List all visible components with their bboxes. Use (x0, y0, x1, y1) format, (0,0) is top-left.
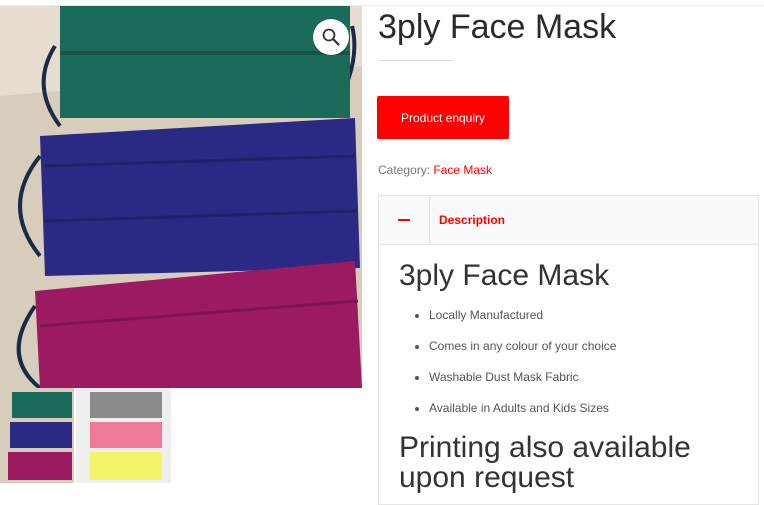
accordion-toggle[interactable] (379, 196, 430, 244)
product-enquiry-button[interactable]: Product enquiry (377, 96, 509, 139)
mask-green (60, 6, 350, 118)
tab-description[interactable]: Description (439, 213, 505, 227)
feature-list: Locally Manufactured Comes in any colour… (409, 307, 749, 431)
title-divider (378, 60, 453, 61)
mask-blue (40, 118, 360, 276)
description-subheading: Printing also available upon request (399, 431, 691, 494)
minus-icon (398, 219, 410, 221)
thumbnail-image (0, 388, 74, 483)
zoom-button[interactable] (313, 19, 349, 55)
description-accordion: Description (378, 195, 759, 245)
description-heading: 3ply Face Mask (399, 259, 610, 292)
gallery-thumbnail-1[interactable] (0, 388, 74, 483)
list-item: Available in Adults and Kids Sizes (429, 400, 749, 431)
thumbnail-image (76, 388, 171, 483)
product-main-image[interactable] (0, 6, 362, 388)
list-item: Comes in any colour of your choice (429, 338, 749, 369)
list-item: Washable Dust Mask Fabric (429, 369, 749, 400)
description-panel: 3ply Face Mask Locally Manufactured Come… (378, 245, 759, 505)
magnifier-icon (322, 28, 340, 46)
mask-pleat (60, 51, 350, 55)
product-gallery (0, 6, 362, 388)
category-prefix: Category: (378, 163, 431, 177)
product-category: Category: Face Mask (378, 163, 492, 177)
category-link[interactable]: Face Mask (433, 163, 492, 177)
product-title: 3ply Face Mask (378, 8, 617, 46)
gallery-thumbnail-2[interactable] (76, 388, 171, 483)
list-item: Locally Manufactured (429, 307, 749, 338)
